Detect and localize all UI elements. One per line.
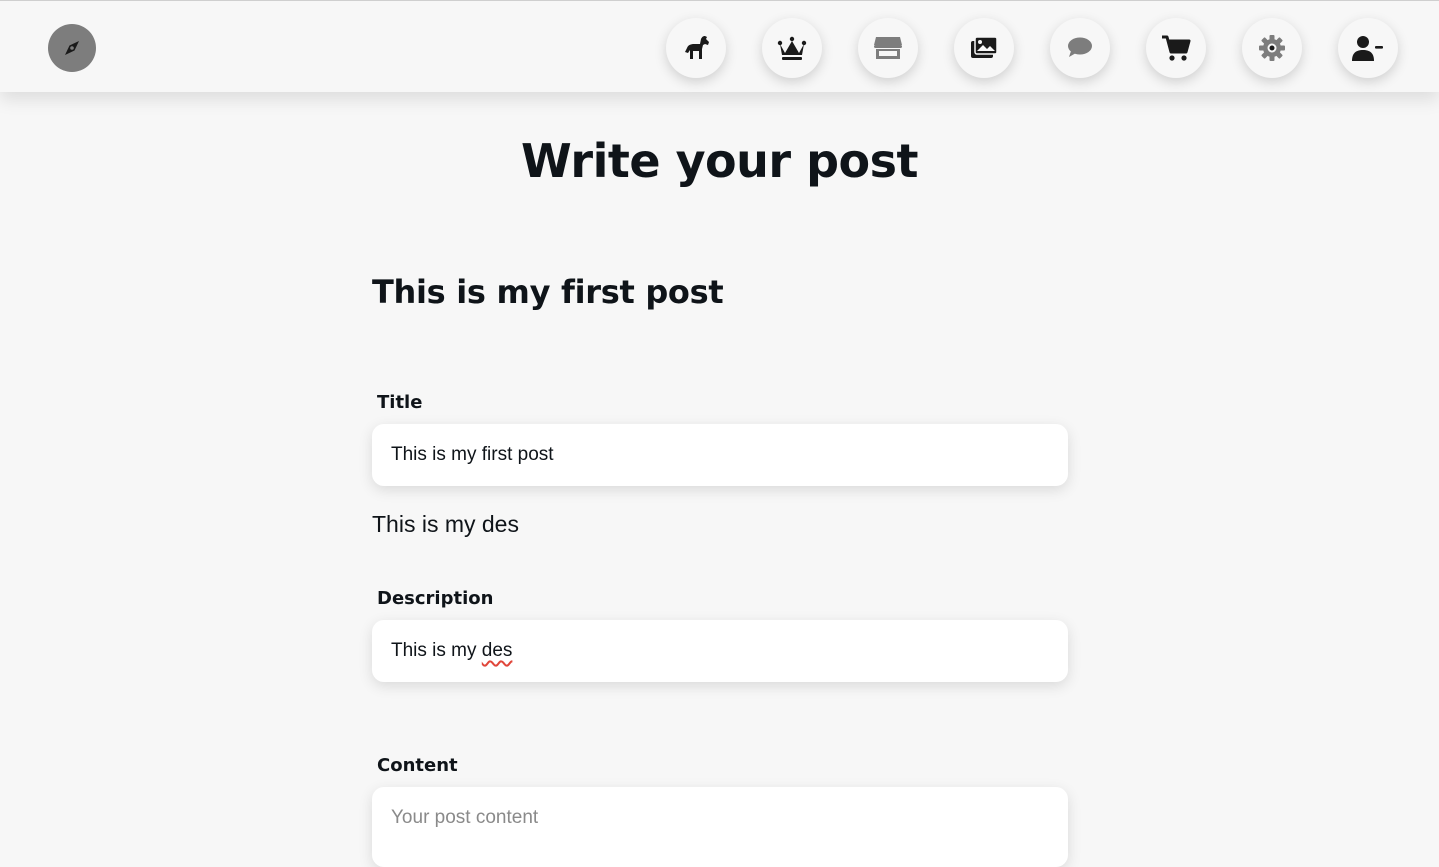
user-minus-icon[interactable] bbox=[1338, 18, 1398, 78]
title-input-value: This is my first post bbox=[391, 444, 554, 465]
title-input[interactable]: This is my first post bbox=[372, 424, 1068, 486]
compass-icon[interactable] bbox=[48, 24, 96, 72]
horse-icon[interactable] bbox=[666, 18, 726, 78]
page-title: Write your post bbox=[520, 134, 919, 188]
content-field-label: Content bbox=[377, 755, 458, 776]
description-input-value: This is my des bbox=[391, 640, 512, 662]
cart-icon[interactable] bbox=[1146, 18, 1206, 78]
compass-glyph bbox=[65, 41, 79, 55]
crown-icon[interactable] bbox=[762, 18, 822, 78]
description-input-text: This is my bbox=[391, 640, 482, 661]
store-icon[interactable] bbox=[858, 18, 918, 78]
chat-icon[interactable] bbox=[1050, 18, 1110, 78]
top-navigation-bar bbox=[0, 0, 1439, 92]
title-field-label: Title bbox=[377, 392, 423, 413]
content-textarea[interactable]: Your post content bbox=[372, 787, 1068, 867]
description-field-label: Description bbox=[377, 588, 494, 609]
images-icon[interactable] bbox=[954, 18, 1014, 78]
gear-icon[interactable] bbox=[1242, 18, 1302, 78]
spellcheck-underlined-word: des bbox=[481, 640, 513, 661]
preview-post-description: This is my des bbox=[372, 511, 519, 537]
content-placeholder: Your post content bbox=[391, 807, 539, 828]
preview-post-title: This is my first post bbox=[372, 273, 724, 311]
description-input[interactable]: This is my des bbox=[372, 620, 1068, 682]
